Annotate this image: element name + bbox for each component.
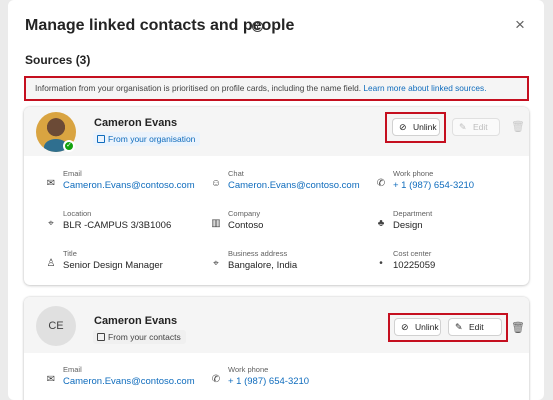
banner-text: Information from your organisation is pr… (35, 83, 362, 93)
field-value: Senior Design Manager (63, 260, 163, 271)
mail-icon: ✉ (46, 178, 56, 189)
field-label: Cost center (393, 249, 432, 258)
field-value: Bangalore, India (228, 260, 298, 271)
unlink-label: Unlink (413, 122, 437, 132)
field-label: Department (393, 209, 433, 218)
unlink-button[interactable]: ⊘ Unlink (392, 118, 440, 136)
phone-link[interactable]: + 1 (987) 654-3210 (393, 180, 474, 191)
chat-link[interactable]: Cameron.Evans@contoso.com (228, 180, 360, 191)
source-badge-label: From your organisation (108, 134, 196, 144)
phone-icon: ✆ (376, 178, 386, 189)
source-card-organisation: ✓ Cameron Evans From your organisation ⊘… (24, 107, 529, 285)
field-label: Business address (228, 249, 288, 258)
field-value: BLR -CAMPUS 3/3B1006 (63, 220, 172, 231)
close-icon[interactable]: × (515, 15, 525, 35)
info-banner: Information from your organisation is pr… (24, 76, 529, 101)
person-icon: ♙ (46, 258, 56, 269)
field-value: 10225059 (393, 260, 436, 271)
building-icon: ▥ (211, 218, 221, 229)
info-icon[interactable]: i (252, 21, 263, 32)
source-badge: From your contacts (93, 330, 186, 344)
location-icon: ⌖ (48, 218, 54, 229)
field-label: Chat (228, 169, 244, 178)
phone-icon: ✆ (211, 374, 221, 385)
phone-link[interactable]: + 1 (987) 654-3210 (228, 376, 309, 387)
field-label: Title (63, 249, 77, 258)
contact-name: Cameron Evans (94, 315, 178, 327)
edit-label: Edit (469, 322, 484, 332)
avatar: CE (36, 306, 76, 346)
field-label: Email (63, 365, 82, 374)
source-card-contacts: CE Cameron Evans From your contacts ⊘ Unl… (24, 297, 529, 400)
cost-center-icon: • (379, 258, 383, 269)
delete-icon[interactable]: 🗑 (511, 321, 525, 334)
edit-label: Edit (473, 122, 488, 132)
manage-linked-contacts-dialog: Manage linked contacts and people i × So… (8, 0, 544, 400)
source-badge: From your organisation (93, 132, 201, 146)
edit-button[interactable]: ✎ Edit (448, 318, 502, 336)
mail-icon: ✉ (46, 374, 56, 385)
unlink-icon: ⊘ (399, 122, 407, 132)
email-link[interactable]: Cameron.Evans@contoso.com (63, 180, 195, 191)
field-value: Contoso (228, 220, 264, 231)
unlink-button[interactable]: ⊘ Unlink (394, 318, 441, 336)
contact-card-icon (97, 333, 105, 341)
field-label: Work phone (228, 365, 269, 374)
field-value: Design (393, 220, 423, 231)
unlink-icon: ⊘ (401, 322, 409, 332)
map-pin-icon: ⌖ (213, 258, 219, 269)
people-icon: ♣ (377, 218, 385, 229)
edit-icon: ✎ (459, 122, 467, 132)
edit-button[interactable]: ✎ Edit (452, 118, 500, 136)
delete-icon[interactable]: 🗑 (511, 120, 525, 133)
field-label: Company (228, 209, 261, 218)
edit-icon: ✎ (455, 322, 463, 332)
chat-icon: ☺ (210, 178, 222, 189)
organisation-icon (97, 135, 105, 143)
field-label: Work phone (393, 169, 434, 178)
sources-heading: Sources (3) (25, 53, 91, 67)
source-badge-label: From your contacts (108, 332, 181, 342)
presence-available-icon: ✓ (63, 140, 75, 152)
source-card-header: ✓ Cameron Evans From your organisation ⊘… (24, 107, 529, 156)
field-label: Location (63, 209, 92, 218)
unlink-label: Unlink (415, 322, 439, 332)
learn-more-link[interactable]: Learn more about linked sources. (363, 83, 486, 93)
email-link[interactable]: Cameron.Evans@contoso.com (63, 376, 195, 387)
source-card-header: CE Cameron Evans From your contacts ⊘ Unl… (24, 297, 529, 353)
contact-name: Cameron Evans (94, 117, 178, 129)
field-label: Email (63, 169, 82, 178)
